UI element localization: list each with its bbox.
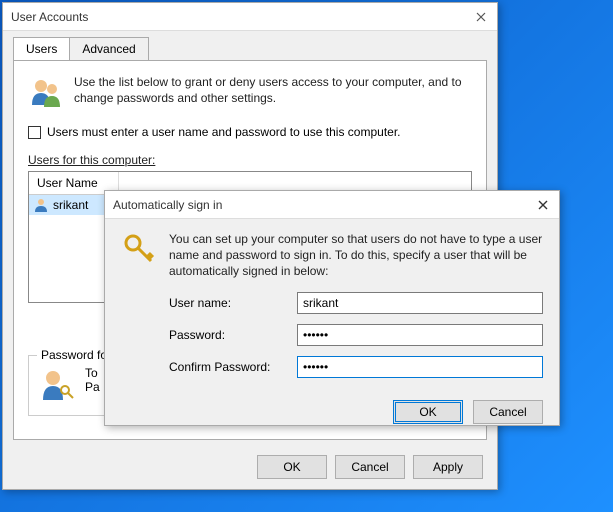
modal-titlebar: Automatically sign in [105, 191, 559, 219]
tab-strip: Users Advanced [3, 31, 497, 60]
must-login-checkbox[interactable]: Users must enter a user name and passwor… [28, 125, 472, 139]
users-icon [28, 75, 64, 111]
user-icon [33, 197, 49, 213]
titlebar: User Accounts [3, 3, 497, 31]
modal-title: Automatically sign in [113, 198, 535, 212]
username-field[interactable] [297, 292, 543, 314]
modal-body: You can set up your computer so that use… [105, 219, 559, 292]
keys-icon [121, 231, 157, 267]
checkbox-label: Users must enter a user name and passwor… [47, 125, 401, 139]
dialog-button-row: OK Cancel Apply [257, 455, 483, 479]
list-item-name: srikant [53, 198, 88, 212]
auto-signin-form: User name: Password: Confirm Password: [105, 292, 559, 400]
password-line2: Pa [85, 380, 100, 394]
cancel-button[interactable]: Cancel [335, 455, 405, 479]
username-label: User name: [169, 296, 297, 310]
tab-users[interactable]: Users [13, 37, 70, 60]
confirm-password-label: Confirm Password: [169, 360, 297, 374]
cancel-button[interactable]: Cancel [473, 400, 543, 424]
password-field[interactable] [297, 324, 543, 346]
ok-button[interactable]: OK [257, 455, 327, 479]
close-icon[interactable] [473, 9, 489, 25]
close-icon[interactable] [535, 197, 551, 213]
intro-row: Use the list below to grant or deny user… [28, 75, 472, 111]
users-list-label: Users for this computer: [28, 153, 472, 167]
checkbox-box-icon [28, 126, 41, 139]
window-title: User Accounts [11, 10, 473, 24]
key-user-icon [39, 366, 75, 405]
confirm-password-field[interactable] [297, 356, 543, 378]
password-line1: To [85, 366, 100, 380]
modal-button-row: OK Cancel [105, 400, 559, 436]
tab-advanced[interactable]: Advanced [69, 37, 148, 60]
auto-signin-dialog: Automatically sign in You can set up you… [104, 190, 560, 426]
ok-button[interactable]: OK [393, 400, 463, 424]
apply-button[interactable]: Apply [413, 455, 483, 479]
password-label: Password: [169, 328, 297, 342]
modal-text: You can set up your computer so that use… [169, 231, 543, 280]
intro-text: Use the list below to grant or deny user… [74, 75, 472, 106]
